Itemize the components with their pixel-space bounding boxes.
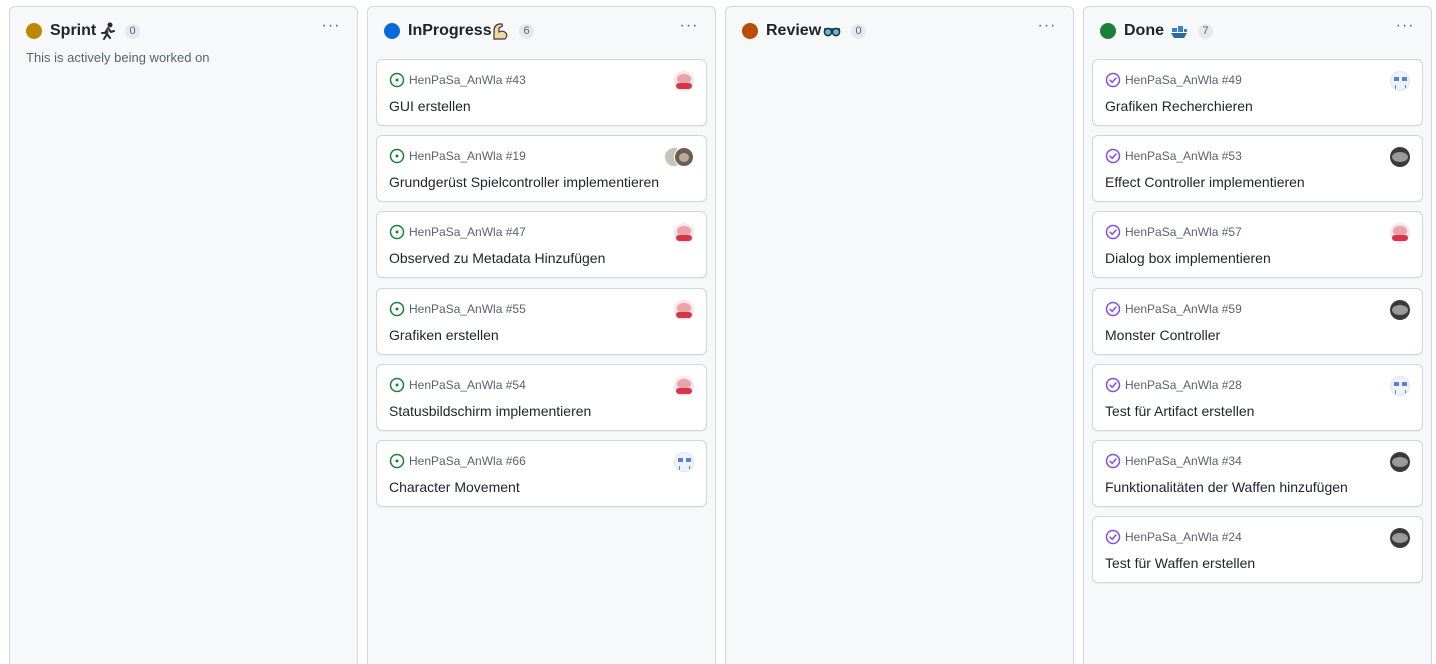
issue-reference[interactable]: HenPaSa_AnWla #55	[409, 302, 526, 316]
issue-open-icon	[389, 72, 405, 88]
issue-card[interactable]: HenPaSa_AnWla #54 Statusbildschirm imple…	[376, 364, 707, 431]
issue-title[interactable]: Dialog box implementieren	[1105, 250, 1271, 267]
issue-reference[interactable]: HenPaSa_AnWla #28	[1125, 378, 1242, 392]
assignee-avatar[interactable]	[1390, 71, 1410, 91]
issue-reference[interactable]: HenPaSa_AnWla #47	[409, 225, 526, 239]
column-title: Sprint	[50, 22, 97, 39]
assignee-avatar[interactable]	[674, 147, 694, 167]
issue-reference[interactable]: HenPaSa_AnWla #57	[1125, 225, 1242, 239]
issue-card[interactable]: HenPaSa_AnWla #24 Test für Waffen erstel…	[1092, 516, 1423, 583]
issue-title[interactable]: Grafiken Recherchieren	[1105, 98, 1253, 115]
issue-closed-icon	[1105, 529, 1121, 545]
assignee-avatar[interactable]	[1390, 223, 1410, 243]
issue-open-icon	[389, 377, 405, 393]
issue-reference[interactable]: HenPaSa_AnWla #34	[1125, 454, 1242, 468]
column-done: Done 7 ··· HenPaSa_AnWla #49 Grafiken Re…	[1083, 6, 1432, 664]
assignee-avatar[interactable]	[1390, 147, 1410, 167]
column-title: Done	[1124, 22, 1164, 39]
issue-open-icon	[389, 148, 405, 164]
project-board: Sprint 0 ··· This is actively being work…	[0, 0, 1436, 664]
issue-title[interactable]: Observed zu Metadata Hinzufügen	[389, 250, 605, 267]
assignee-avatar[interactable]	[674, 376, 694, 396]
issue-title[interactable]: GUI erstellen	[389, 98, 471, 115]
issue-title[interactable]: Funktionalitäten der Waffen hinzufügen	[1105, 479, 1348, 496]
issue-closed-icon	[1105, 377, 1121, 393]
issue-title[interactable]: Character Movement	[389, 479, 520, 496]
issue-title[interactable]: Test für Waffen erstellen	[1105, 555, 1255, 572]
assignee-avatar[interactable]	[674, 223, 694, 243]
column-header: Sprint 0 ···	[10, 7, 357, 55]
issue-reference[interactable]: HenPaSa_AnWla #54	[409, 378, 526, 392]
item-count-badge: 0	[851, 24, 866, 39]
issue-open-icon	[389, 224, 405, 240]
column-color-dot	[742, 23, 758, 39]
column-color-dot	[384, 23, 400, 39]
issue-card[interactable]: HenPaSa_AnWla #19 Grundgerüst Spielcontr…	[376, 135, 707, 202]
assignee-avatar[interactable]	[674, 300, 694, 320]
column-color-dot	[1100, 23, 1116, 39]
column-header: Done 7 ···	[1084, 7, 1431, 55]
runner-icon	[101, 22, 115, 40]
issue-card[interactable]: HenPaSa_AnWla #59 Monster Controller	[1092, 288, 1423, 355]
column-menu-button[interactable]: ···	[319, 18, 343, 39]
issue-title[interactable]: Statusbildschirm implementieren	[389, 403, 591, 420]
issue-card[interactable]: HenPaSa_AnWla #57 Dialog box implementie…	[1092, 211, 1423, 278]
issue-title[interactable]: Test für Artifact erstellen	[1105, 403, 1254, 420]
issue-reference[interactable]: HenPaSa_AnWla #19	[409, 149, 526, 163]
issue-reference[interactable]: HenPaSa_AnWla #59	[1125, 302, 1242, 316]
column-inprogress: InProgress 6 ··· HenPaSa_AnWla #43 GUI e…	[367, 6, 716, 664]
issue-card[interactable]: HenPaSa_AnWla #47 Observed zu Metadata H…	[376, 211, 707, 278]
issue-card[interactable]: HenPaSa_AnWla #49 Grafiken Recherchieren	[1092, 59, 1423, 126]
issue-card[interactable]: HenPaSa_AnWla #66 Character Movement	[376, 440, 707, 507]
issue-title[interactable]: Grafiken erstellen	[389, 327, 499, 344]
issue-closed-icon	[1105, 72, 1121, 88]
column-header: Review 0 ···	[726, 7, 1073, 55]
column-description: This is actively being worked on	[26, 50, 210, 65]
issue-title[interactable]: Monster Controller	[1105, 327, 1220, 344]
item-count-badge: 0	[125, 24, 140, 39]
assignee-avatar[interactable]	[1390, 300, 1410, 320]
issue-title[interactable]: Grundgerüst Spielcontroller implementier…	[389, 174, 659, 191]
issue-card[interactable]: HenPaSa_AnWla #34 Funktionalitäten der W…	[1092, 440, 1423, 507]
issue-closed-icon	[1105, 148, 1121, 164]
goggles-icon	[823, 27, 841, 37]
issue-closed-icon	[1105, 224, 1121, 240]
item-count-badge: 7	[1198, 24, 1213, 39]
column-menu-button[interactable]: ···	[677, 18, 701, 39]
issue-reference[interactable]: HenPaSa_AnWla #66	[409, 454, 526, 468]
issue-card[interactable]: HenPaSa_AnWla #53 Effect Controller impl…	[1092, 135, 1423, 202]
issue-reference[interactable]: HenPaSa_AnWla #24	[1125, 530, 1242, 544]
issue-reference[interactable]: HenPaSa_AnWla #53	[1125, 149, 1242, 163]
column-header: InProgress 6 ···	[368, 7, 715, 55]
issue-card[interactable]: HenPaSa_AnWla #55 Grafiken erstellen	[376, 288, 707, 355]
issue-closed-icon	[1105, 453, 1121, 469]
issue-card[interactable]: HenPaSa_AnWla #43 GUI erstellen	[376, 59, 707, 126]
assignee-avatar[interactable]	[674, 452, 694, 472]
issue-reference[interactable]: HenPaSa_AnWla #43	[409, 73, 526, 87]
flexed-arm-icon	[493, 23, 508, 40]
issue-reference[interactable]: HenPaSa_AnWla #49	[1125, 73, 1242, 87]
ship-icon	[1171, 26, 1187, 38]
issue-open-icon	[389, 453, 405, 469]
assignee-avatar[interactable]	[1390, 528, 1410, 548]
column-review: Review 0 ···	[725, 6, 1074, 664]
assignee-avatar[interactable]	[1390, 376, 1410, 396]
column-color-dot	[26, 23, 42, 39]
assignee-avatar[interactable]	[674, 71, 694, 91]
issue-title[interactable]: Effect Controller implementieren	[1105, 174, 1305, 191]
column-sprint: Sprint 0 ··· This is actively being work…	[9, 6, 358, 664]
column-menu-button[interactable]: ···	[1035, 18, 1059, 39]
assignee-avatar[interactable]	[1390, 452, 1410, 472]
issue-card[interactable]: HenPaSa_AnWla #28 Test für Artifact erst…	[1092, 364, 1423, 431]
assignee-avatars[interactable]	[664, 147, 694, 167]
column-menu-button[interactable]: ···	[1393, 18, 1417, 39]
issue-closed-icon	[1105, 301, 1121, 317]
item-count-badge: 6	[519, 24, 534, 39]
column-title: Review	[766, 22, 822, 39]
issue-open-icon	[389, 301, 405, 317]
column-title: InProgress	[408, 22, 492, 39]
